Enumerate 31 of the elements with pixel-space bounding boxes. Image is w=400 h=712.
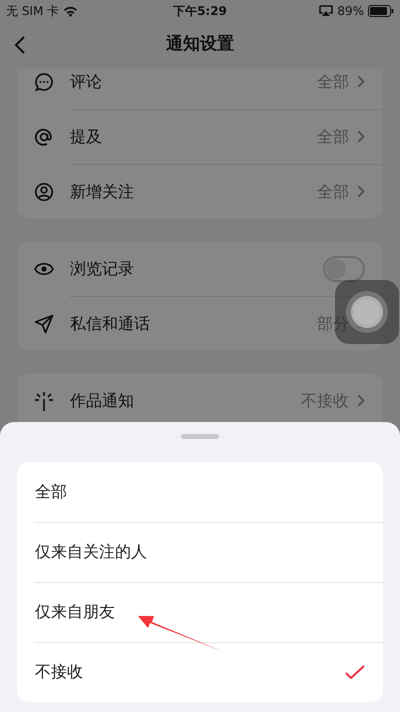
- sparkle-icon: [34, 390, 54, 410]
- option-row[interactable]: 不接收: [17, 642, 383, 702]
- setting-label: 私信和通话: [70, 312, 150, 334]
- setting-value[interactable]: 全部: [317, 124, 349, 148]
- toggle-switch[interactable]: [323, 256, 365, 282]
- send-icon: [34, 314, 54, 334]
- page-title: 通知设置: [166, 33, 234, 56]
- user-icon: [34, 182, 54, 202]
- eye-icon: [34, 262, 54, 276]
- battery-icon: [368, 5, 394, 17]
- drag-handle[interactable]: [181, 434, 219, 439]
- setting-label: 作品通知: [70, 390, 134, 412]
- setting-value[interactable]: 部分: [317, 312, 349, 336]
- setting-value[interactable]: 全部: [317, 180, 349, 204]
- wifi-icon: [63, 6, 78, 16]
- setting-value[interactable]: 全部: [317, 70, 349, 94]
- setting-label: 提及: [70, 126, 102, 148]
- comment-icon: [34, 72, 54, 92]
- setting-label: 评论: [70, 70, 102, 92]
- at-sign-icon: [34, 126, 54, 146]
- setting-value[interactable]: 不接收: [301, 388, 349, 412]
- option-row[interactable]: 仅来自朋友: [17, 582, 383, 642]
- setting-label: 新增关注: [70, 180, 134, 202]
- assistive-touch-button[interactable]: [335, 280, 399, 344]
- screen-mirroring-icon: [319, 5, 334, 17]
- setting-label: 浏览记录: [70, 258, 134, 280]
- battery-percent: 89%: [337, 3, 364, 20]
- clock-time: 下午5:29: [173, 4, 227, 18]
- carrier-text: 无 SIM 卡: [6, 3, 60, 20]
- option-row[interactable]: 全部: [17, 462, 383, 522]
- option-row[interactable]: 仅来自关注的人: [17, 522, 383, 582]
